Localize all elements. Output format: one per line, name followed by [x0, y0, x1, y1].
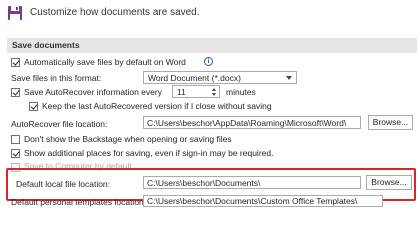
auto-save-checkbox[interactable] — [11, 58, 20, 67]
autorecover-minutes-value: 11 — [177, 87, 186, 97]
autorecover-label: Save AutoRecover information every — [24, 87, 162, 97]
spin-up-icon[interactable] — [212, 88, 216, 91]
spin-down-icon[interactable] — [212, 93, 216, 96]
minutes-label: minutes — [226, 87, 256, 97]
backstage-checkbox[interactable] — [11, 135, 20, 144]
chevron-down-icon — [286, 76, 292, 80]
default-templates-value: C:\Users\beschor\Documents\Custom Office… — [147, 196, 358, 206]
additional-places-checkbox[interactable] — [11, 149, 20, 158]
info-icon: i — [204, 57, 213, 66]
format-select-value: Word Document (*.docx) — [148, 73, 241, 83]
autorecover-location-value: C:\Users\beschor\AppData\Roaming\Microso… — [147, 118, 347, 128]
keep-last-label: Keep the last AutoRecovered version if I… — [42, 101, 272, 111]
keep-last-checkbox[interactable] — [29, 102, 38, 111]
default-templates-input[interactable]: C:\Users\beschor\Documents\Custom Office… — [143, 195, 383, 207]
auto-save-label: Automatically save files by default on W… — [24, 57, 186, 67]
default-templates-label: Default personal templates location: — [11, 197, 147, 207]
autorecover-minutes-stepper[interactable]: 11 — [172, 85, 220, 98]
autorecover-browse-button[interactable]: Browse... — [368, 115, 413, 130]
section-title: Save documents — [12, 40, 80, 50]
floppy-disk-icon — [8, 6, 22, 20]
backstage-label: Don't show the Backstage when opening or… — [24, 134, 232, 144]
autorecover-location-input[interactable]: C:\Users\beschor\AppData\Roaming\Microso… — [143, 116, 361, 129]
header-description: Customize how documents are saved. — [30, 7, 200, 18]
format-select[interactable]: Word Document (*.docx) — [143, 71, 297, 84]
additional-places-label: Show additional places for saving, even … — [24, 148, 274, 158]
format-label: Save files in this format: — [11, 73, 102, 83]
autorecover-checkbox[interactable] — [11, 88, 20, 97]
autorecover-location-label: AutoRecover file location: — [11, 119, 108, 129]
